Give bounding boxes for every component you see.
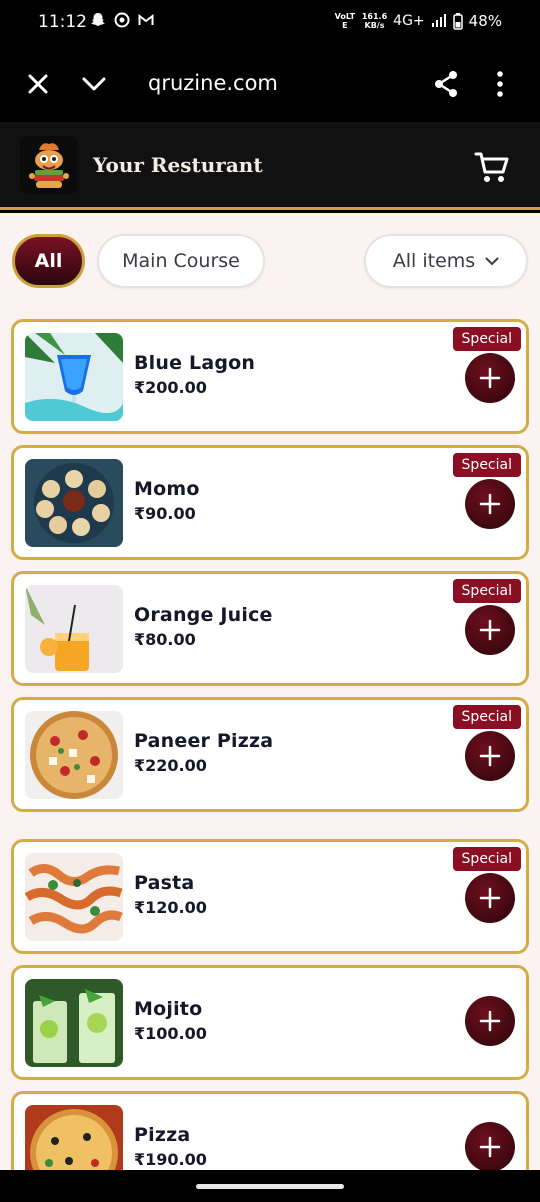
plus-icon	[479, 745, 501, 767]
share-button[interactable]	[426, 64, 466, 104]
menu-item-card[interactable]: Paneer Pizza ₹220.00 Special	[11, 697, 529, 812]
menu-item-card[interactable]: Momo ₹90.00 Special	[11, 445, 529, 560]
menu-page[interactable]: All Main Course All items Blue Lagon ₹20…	[0, 213, 540, 1170]
add-to-cart-button[interactable]	[465, 731, 515, 781]
plus-icon	[479, 619, 501, 641]
item-name: Paneer Pizza	[134, 730, 274, 752]
notification-icons	[90, 12, 154, 28]
menu-item-card[interactable]: Orange Juice ₹80.00 Special	[11, 571, 529, 686]
cart-icon	[474, 152, 509, 182]
item-image-blue-lagon	[25, 333, 123, 421]
more-vertical-icon	[497, 71, 503, 97]
special-badge: Special	[452, 847, 521, 871]
plus-icon	[479, 887, 501, 909]
item-image-pizza	[25, 1105, 123, 1170]
category-dropdown-label: All items	[392, 250, 476, 272]
category-dropdown[interactable]: All items	[364, 234, 528, 288]
gmail-icon	[138, 13, 154, 25]
plus-icon	[479, 1010, 501, 1032]
special-badge: Special	[452, 327, 521, 351]
filter-row: All Main Course All items	[0, 213, 540, 303]
snapchat-icon	[91, 13, 105, 26]
item-name: Momo	[134, 478, 200, 500]
battery-icon	[452, 12, 463, 30]
item-name: Mojito	[134, 998, 203, 1020]
item-price: ₹120.00	[134, 898, 207, 917]
battery-percent: 48%	[468, 12, 502, 30]
share-icon	[435, 71, 457, 97]
item-price: ₹220.00	[134, 756, 207, 775]
system-nav-bar	[0, 1170, 540, 1202]
chevron-down-icon	[82, 77, 106, 91]
net-speed: 161.6 KB/s	[362, 12, 387, 30]
volte-indicator: VoLTE	[334, 12, 356, 30]
chef-mascot-icon	[20, 136, 78, 194]
collapse-button[interactable]	[74, 64, 114, 104]
item-image-momo	[25, 459, 123, 547]
add-to-cart-button[interactable]	[465, 996, 515, 1046]
instagram-icon	[114, 12, 130, 28]
filter-main-course-chip[interactable]: Main Course	[97, 234, 265, 288]
network-type: 4G+	[393, 13, 425, 29]
status-bar: 11:12 VoLTE 161.6 KB/s 4G+ 48%	[0, 0, 540, 44]
cart-button[interactable]	[472, 146, 512, 186]
item-price: ₹100.00	[134, 1024, 207, 1043]
menu-item-card[interactable]: Pizza ₹190.00	[11, 1091, 529, 1170]
special-badge: Special	[452, 579, 521, 603]
item-image-pasta	[25, 853, 123, 941]
signal-icon	[431, 14, 446, 27]
filter-all-chip[interactable]: All	[12, 234, 85, 288]
net-speed-value: 161.6	[361, 12, 388, 21]
item-image-mojito	[25, 979, 123, 1067]
plus-icon	[479, 493, 501, 515]
status-right: VoLTE 161.6 KB/s 4G+ 48%	[334, 12, 502, 30]
menu-item-card[interactable]: Mojito ₹100.00	[11, 965, 529, 1080]
url-text[interactable]: qruzine.com	[148, 71, 278, 95]
close-tab-button[interactable]	[18, 64, 58, 104]
item-price: ₹90.00	[134, 504, 196, 523]
item-name: Orange Juice	[134, 604, 273, 626]
close-icon	[28, 74, 48, 94]
special-badge: Special	[452, 453, 521, 477]
net-speed-unit: KB/s	[364, 21, 385, 30]
item-name: Blue Lagon	[134, 352, 256, 374]
plus-icon	[479, 367, 501, 389]
chevron-down-icon	[485, 257, 499, 265]
restaurant-name: Your Resturant	[93, 153, 263, 177]
add-to-cart-button[interactable]	[465, 353, 515, 403]
status-time: 11:12	[38, 12, 87, 32]
item-name: Pizza	[134, 1124, 191, 1146]
add-to-cart-button[interactable]	[465, 873, 515, 923]
home-gesture-handle[interactable]	[196, 1184, 344, 1189]
add-to-cart-button[interactable]	[465, 1122, 515, 1170]
item-image-paneer-pizza	[25, 711, 123, 799]
restaurant-logo[interactable]	[20, 136, 78, 194]
item-image-orange-juice	[25, 585, 123, 673]
item-price: ₹190.00	[134, 1150, 207, 1169]
menu-item-card[interactable]: Pasta ₹120.00 Special	[11, 839, 529, 954]
app-header: Your Resturant	[0, 122, 540, 210]
add-to-cart-button[interactable]	[465, 479, 515, 529]
menu-item-card[interactable]: Blue Lagon ₹200.00 Special	[11, 319, 529, 434]
item-price: ₹200.00	[134, 378, 207, 397]
item-price: ₹80.00	[134, 630, 196, 649]
add-to-cart-button[interactable]	[465, 605, 515, 655]
plus-icon	[479, 1136, 501, 1158]
item-name: Pasta	[134, 872, 195, 894]
special-badge: Special	[452, 705, 521, 729]
more-options-button[interactable]	[480, 64, 520, 104]
browser-toolbar: qruzine.com	[0, 44, 540, 122]
